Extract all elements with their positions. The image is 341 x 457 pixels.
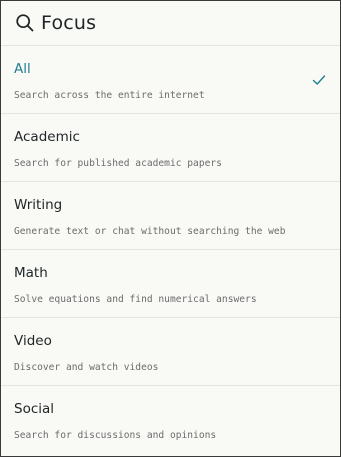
focus-option-social[interactable]: Social Search for discussions and opinio…: [1, 386, 340, 454]
focus-option-description: Solve equations and find numerical answe…: [14, 294, 257, 305]
checkmark-icon: [312, 72, 326, 86]
page-title: Focus: [41, 12, 97, 34]
search-icon: [15, 13, 35, 33]
focus-option-description: Search for published academic papers: [14, 158, 222, 169]
focus-option-label: Video: [14, 333, 52, 349]
focus-options-list: All Search across the entire internet Ac…: [1, 46, 340, 454]
focus-option-description: Generate text or chat without searching …: [14, 226, 286, 237]
focus-option-label: Academic: [14, 129, 80, 145]
focus-option-label: Math: [14, 265, 48, 281]
focus-option-video[interactable]: Video Discover and watch videos: [1, 318, 340, 386]
focus-header: Focus: [1, 1, 340, 46]
focus-option-academic[interactable]: Academic Search for published academic p…: [1, 114, 340, 182]
focus-option-label: Writing: [14, 197, 63, 213]
focus-option-description: Search across the entire internet: [14, 90, 205, 101]
focus-option-label: Social: [14, 401, 55, 417]
focus-panel: Focus All Search across the entire inter…: [0, 0, 341, 457]
focus-option-all[interactable]: All Search across the entire internet: [1, 46, 340, 114]
focus-option-label: All: [14, 61, 31, 77]
focus-option-math[interactable]: Math Solve equations and find numerical …: [1, 250, 340, 318]
focus-option-writing[interactable]: Writing Generate text or chat without se…: [1, 182, 340, 250]
focus-option-description: Discover and watch videos: [14, 362, 159, 373]
focus-option-description: Search for discussions and opinions: [14, 430, 217, 441]
